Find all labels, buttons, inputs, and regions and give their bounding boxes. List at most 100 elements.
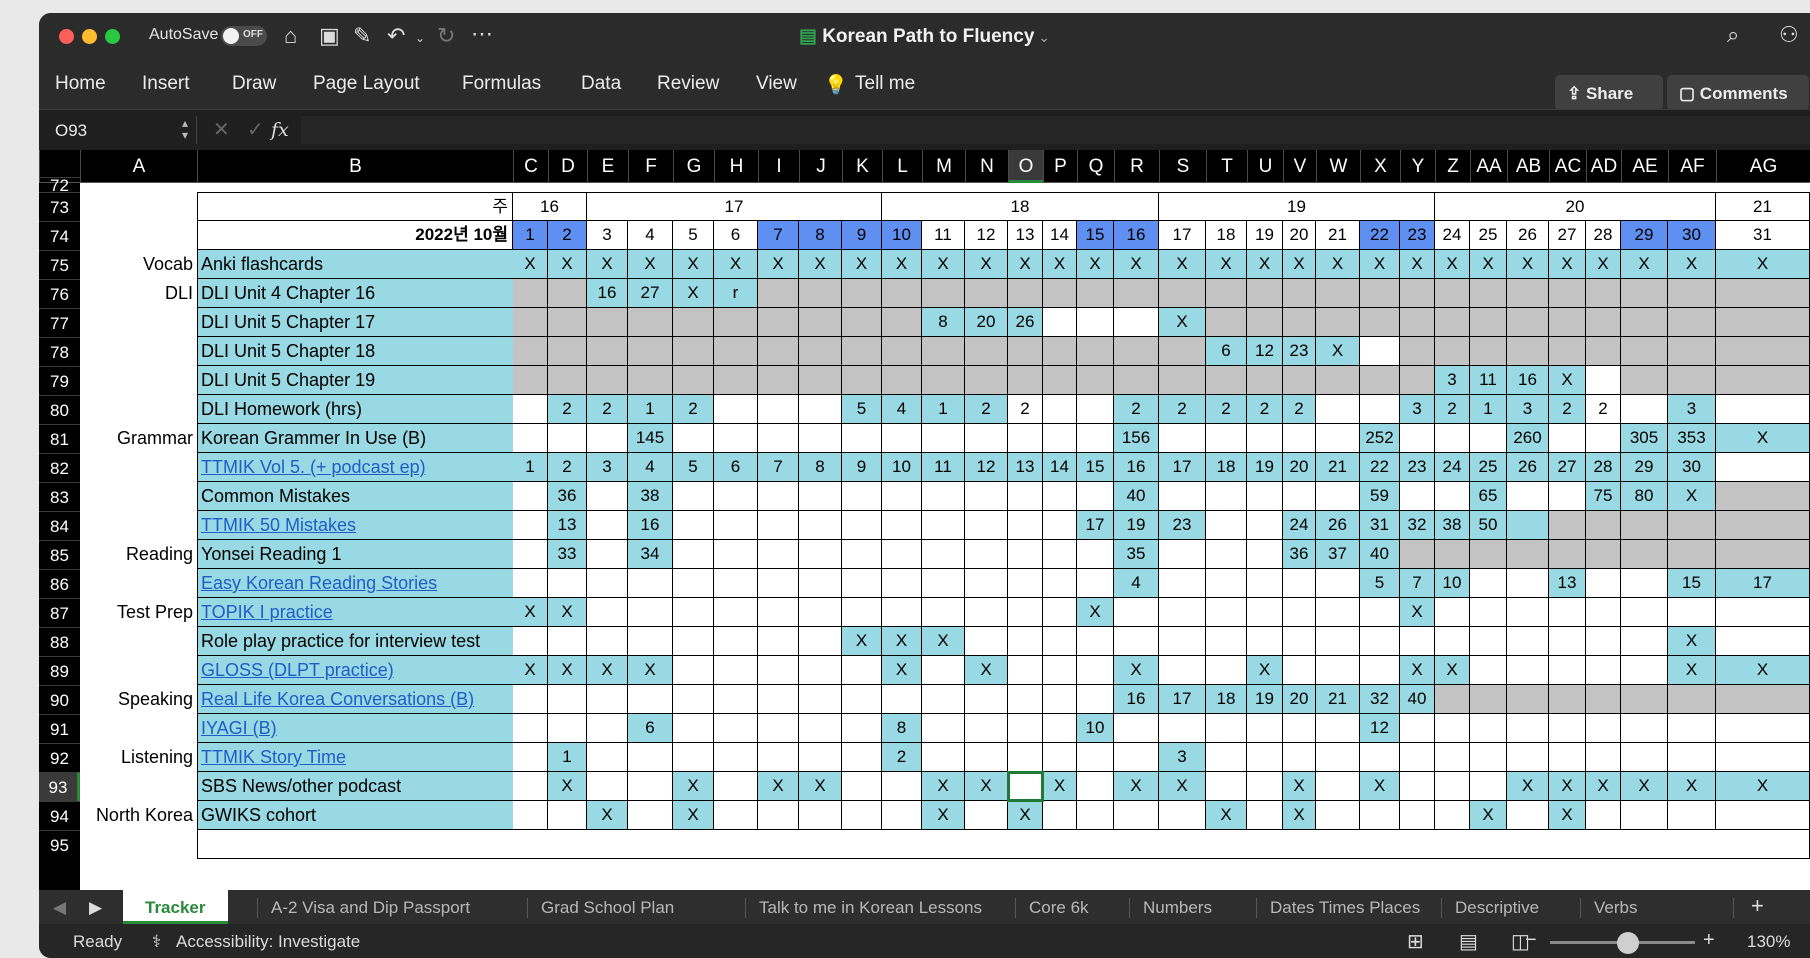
tracker-cell[interactable] [673,366,714,395]
tracker-cell[interactable] [1159,279,1206,308]
tracker-cell[interactable] [1206,482,1247,511]
tracker-cell[interactable] [1114,308,1159,337]
tracker-cell[interactable]: 2 [1283,395,1316,424]
tracker-cell[interactable] [1008,627,1043,656]
tracker-cell[interactable]: 65 [1470,482,1507,511]
tracker-cell[interactable]: 17 [1077,511,1114,540]
tracker-cell[interactable]: X [1716,424,1810,453]
column-header-u[interactable]: U [1247,150,1283,183]
tracker-cell[interactable]: 16 [1507,366,1549,395]
day-header-cell[interactable]: 2 [548,221,587,250]
tracker-cell[interactable]: X [513,656,548,685]
tracker-cell[interactable] [1435,772,1470,801]
tracker-cell[interactable] [1586,743,1621,772]
tracker-cell[interactable] [1400,627,1435,656]
tracker-cell[interactable] [1206,308,1247,337]
tracker-cell[interactable] [799,801,842,830]
tracker-cell[interactable]: X [673,801,714,830]
tracker-cell[interactable] [1206,598,1247,627]
tracker-cell[interactable]: 35 [1114,540,1159,569]
tracker-cell[interactable]: X [1283,772,1316,801]
tracker-cell[interactable] [628,366,673,395]
tracker-cell[interactable] [714,801,758,830]
tracker-cell[interactable]: 80 [1621,482,1668,511]
tracker-cell[interactable] [1549,714,1586,743]
tracker-cell[interactable]: X [965,772,1008,801]
tracker-cell[interactable]: 5 [842,395,882,424]
tracker-cell[interactable] [1507,743,1549,772]
tracker-cell[interactable] [1043,801,1077,830]
tracker-cell[interactable] [714,743,758,772]
tracker-cell[interactable]: 260 [1507,424,1549,453]
day-header-cell[interactable]: 26 [1507,221,1549,250]
tracker-cell[interactable]: X [548,598,587,627]
tracker-cell[interactable]: 28 [1586,453,1621,482]
tracker-cell[interactable] [513,627,548,656]
name-box-stepper-icon[interactable]: ▴ ▾ [182,117,188,141]
tracker-cell[interactable] [1159,801,1206,830]
tab-insert[interactable]: Insert [142,73,190,95]
tracker-cell[interactable] [1159,337,1206,366]
tracker-cell[interactable] [1283,656,1316,685]
tracker-cell[interactable] [1716,453,1810,482]
tracker-cell[interactable] [1716,395,1810,424]
day-header-cell[interactable]: 27 [1549,221,1586,250]
day-header-cell[interactable]: 31 [1716,221,1810,250]
tracker-cell[interactable] [513,685,548,714]
column-header-ae[interactable]: AE [1621,150,1668,183]
tracker-cell[interactable] [1621,627,1668,656]
tracker-cell[interactable]: X [1159,250,1206,279]
tracker-cell[interactable]: X [842,250,882,279]
tracker-cell[interactable] [965,598,1008,627]
tracker-cell[interactable] [1316,308,1360,337]
tracker-cell[interactable] [1470,424,1507,453]
tracker-cell[interactable] [1114,627,1159,656]
tracker-cell[interactable]: 16 [1114,685,1159,714]
tracker-cell[interactable] [1077,279,1114,308]
zoom-in-icon[interactable]: + [1703,929,1715,952]
tracker-cell[interactable]: 7 [1400,569,1435,598]
tracker-cell[interactable] [1621,395,1668,424]
tracker-cell[interactable] [1114,337,1159,366]
tracker-cell[interactable] [673,569,714,598]
tracker-cell[interactable] [758,337,799,366]
tracker-cell[interactable] [1283,569,1316,598]
tracker-cell[interactable] [1043,482,1077,511]
tracker-cell[interactable] [1360,801,1400,830]
tracker-cell[interactable] [1360,366,1400,395]
tracker-cell[interactable] [548,714,587,743]
tracker-cell[interactable] [513,482,548,511]
tracker-cell[interactable]: r [714,279,758,308]
tracker-cell[interactable] [965,366,1008,395]
tracker-cell[interactable]: X [1206,801,1247,830]
tracker-cell[interactable] [513,569,548,598]
tracker-cell[interactable] [922,337,965,366]
tracker-cell[interactable] [1043,569,1077,598]
tracker-cell[interactable]: 11 [922,453,965,482]
tracker-cell[interactable] [1247,743,1283,772]
tracker-cell[interactable] [1621,366,1668,395]
tracker-cell[interactable] [799,685,842,714]
tracker-cell[interactable] [1586,627,1621,656]
tracker-cell[interactable] [1043,366,1077,395]
tracker-cell[interactable] [1247,540,1283,569]
tracker-cell[interactable] [1435,482,1470,511]
tracker-cell[interactable] [1621,540,1668,569]
task-link[interactable]: GLOSS (DLPT practice) [197,656,513,685]
day-header-cell[interactable]: 24 [1435,221,1470,250]
column-header-aa[interactable]: AA [1470,150,1507,183]
tracker-cell[interactable] [842,598,882,627]
day-header-cell[interactable]: 12 [965,221,1008,250]
column-header-b[interactable]: B [197,150,513,183]
tracker-cell[interactable] [1008,482,1043,511]
tracker-cell[interactable] [1470,308,1507,337]
tracker-cell[interactable] [965,714,1008,743]
tracker-cell[interactable]: X [1668,482,1716,511]
column-header-m[interactable]: M [922,150,965,183]
tracker-cell[interactable] [548,308,587,337]
tracker-cell[interactable] [758,714,799,743]
tracker-cell[interactable] [1470,772,1507,801]
tracker-cell[interactable] [1247,569,1283,598]
tracker-cell[interactable]: X [587,801,628,830]
tracker-cell[interactable] [1716,337,1810,366]
